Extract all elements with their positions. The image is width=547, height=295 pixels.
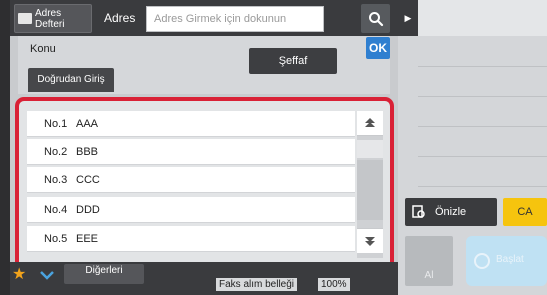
double-chevron-down-icon [365,237,375,246]
list-item-number: No.2 [44,146,68,158]
fax-memory-percent: 100% [318,278,350,291]
right-divider [418,96,547,97]
list-item[interactable]: No.4 DDD [27,197,355,223]
chevron-down-button[interactable] [36,266,58,284]
list-item[interactable]: No.2 BBB [27,139,355,165]
list-item[interactable]: No.5 EEE [27,226,355,252]
scroll-down-button[interactable] [357,228,383,253]
app-screen: Adres Defteri Adres Adres Girmek için do… [0,0,547,295]
preview-label: Önizle [435,206,467,218]
transparent-button[interactable]: Şeffaf [249,48,337,74]
others-button[interactable]: Diğerleri [64,264,144,284]
list-item-name: AAA [76,118,99,130]
preview-button[interactable]: Önizle [405,198,497,226]
start-label: Başlat [496,254,524,265]
list-item[interactable]: No.3 CCC [27,167,355,193]
list-item-name: BBB [76,146,99,158]
list-item-name: DDD [76,204,100,216]
search-icon [368,11,383,26]
list-item-number: No.5 [44,233,68,245]
list-item[interactable]: No.1 AAA [27,111,355,137]
right-divider [418,156,547,157]
chevron-down-icon [40,271,54,280]
list-item-name: CCC [76,174,100,186]
start-button[interactable]: Başlat [466,236,547,286]
left-edge-strip [0,0,10,295]
start-icon [474,253,490,269]
address-book-icon [18,13,32,24]
double-chevron-up-icon [365,118,375,127]
list-item-number: No.1 [44,118,68,130]
clear-all-button[interactable]: CA [503,198,547,226]
address-book-button[interactable]: Adres Defteri [14,4,92,33]
right-divider [418,66,547,67]
star-icon[interactable]: ★ [12,266,30,284]
right-divider [418,186,547,187]
scroll-up-button[interactable] [357,111,383,136]
address-input[interactable]: Adres Girmek için dokunun [146,6,324,32]
direct-entry-tab[interactable]: Doğrudan Giriş [28,68,114,92]
list-item-number: No.3 [44,174,68,186]
scroll-track-segment [357,160,383,220]
list-item-name: EEE [76,233,99,245]
fax-memory-label: Faks alım belleği [216,278,298,291]
scan-button[interactable]: Al [405,236,453,286]
preview-icon [412,205,425,218]
subject-label: Konu [30,43,56,55]
scroll-thumb[interactable] [357,140,383,158]
search-button[interactable] [361,4,390,33]
right-divider [418,126,547,127]
list-item-number: No.4 [44,204,68,216]
expand-panel-button[interactable]: ▶ [398,0,418,36]
address-book-label: Adres Defteri [35,8,65,30]
right-top-area [418,0,547,36]
address-label: Adres [104,11,136,25]
ok-button[interactable]: OK [366,37,390,59]
